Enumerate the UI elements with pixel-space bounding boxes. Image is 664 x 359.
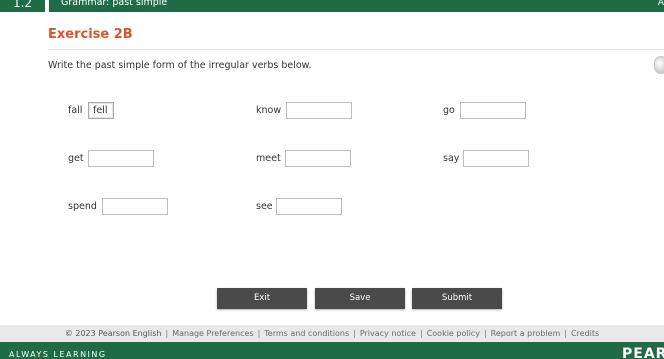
title-bar-edge-text: A <box>657 0 664 8</box>
footer-link-cookie-policy[interactable]: Cookie policy <box>427 329 480 338</box>
answer-input-fall[interactable] <box>88 102 114 119</box>
exercise-page: 1.2 Grammar: past simple A Exercise 2B W… <box>0 0 664 359</box>
answer-input-say[interactable] <box>463 150 529 167</box>
footer-separator: | <box>483 329 487 338</box>
footer-separator: | <box>419 329 423 338</box>
verb-label-go: go <box>443 105 455 116</box>
verb-label-get: get <box>68 153 84 164</box>
answer-input-get[interactable] <box>88 150 154 167</box>
exercise-instruction: Write the past simple form of the irregu… <box>48 60 312 71</box>
verb-label-see: see <box>256 201 273 212</box>
answer-input-meet[interactable] <box>285 150 351 167</box>
copyright-text: © 2023 Pearson English <box>64 329 162 338</box>
help-bulb-icon[interactable] <box>654 56 664 74</box>
answer-input-go[interactable] <box>460 102 526 119</box>
brand-bar: ALWAYS LEARNING PEARSON <box>0 342 664 359</box>
exercise-heading: Exercise 2B <box>48 27 133 42</box>
verb-label-spend: spend <box>68 201 97 212</box>
footer-separator: | <box>353 329 356 338</box>
footer-link-privacy[interactable]: Privacy notice <box>360 329 416 338</box>
verb-label-say: say <box>443 153 460 164</box>
footer-link-manage-preferences[interactable]: Manage Preferences <box>172 329 253 338</box>
footer-separator: | <box>564 329 567 338</box>
verb-label-know: know <box>256 105 282 116</box>
footer-link-terms[interactable]: Terms and conditions <box>264 329 349 338</box>
footer-separator: | <box>257 329 261 338</box>
footer-link-report-problem[interactable]: Report a problem <box>491 329 561 338</box>
answer-input-know[interactable] <box>286 102 352 119</box>
submit-button[interactable]: Submit <box>412 288 502 309</box>
answer-input-see[interactable] <box>276 198 342 215</box>
unit-title-bar: Grammar: past simple A <box>49 0 664 12</box>
site-footer: © 2023 Pearson English | Manage Preference… <box>0 325 664 342</box>
footer-separator: | <box>165 329 169 338</box>
answer-input-spend[interactable] <box>102 198 168 215</box>
brand-logo: PEARSON <box>622 346 664 359</box>
heading-divider <box>48 49 664 50</box>
exit-button[interactable]: Exit <box>217 288 307 309</box>
brand-tagline: ALWAYS LEARNING <box>9 350 107 359</box>
verb-label-meet: meet <box>256 153 281 164</box>
save-button[interactable]: Save <box>315 288 405 309</box>
verb-label-fall: fall <box>68 105 83 116</box>
unit-title: Grammar: past simple <box>61 0 168 8</box>
footer-link-credits[interactable]: Credits <box>571 329 599 338</box>
top-header: 1.2 Grammar: past simple A <box>0 0 664 12</box>
unit-number: 1.2 <box>0 0 45 12</box>
